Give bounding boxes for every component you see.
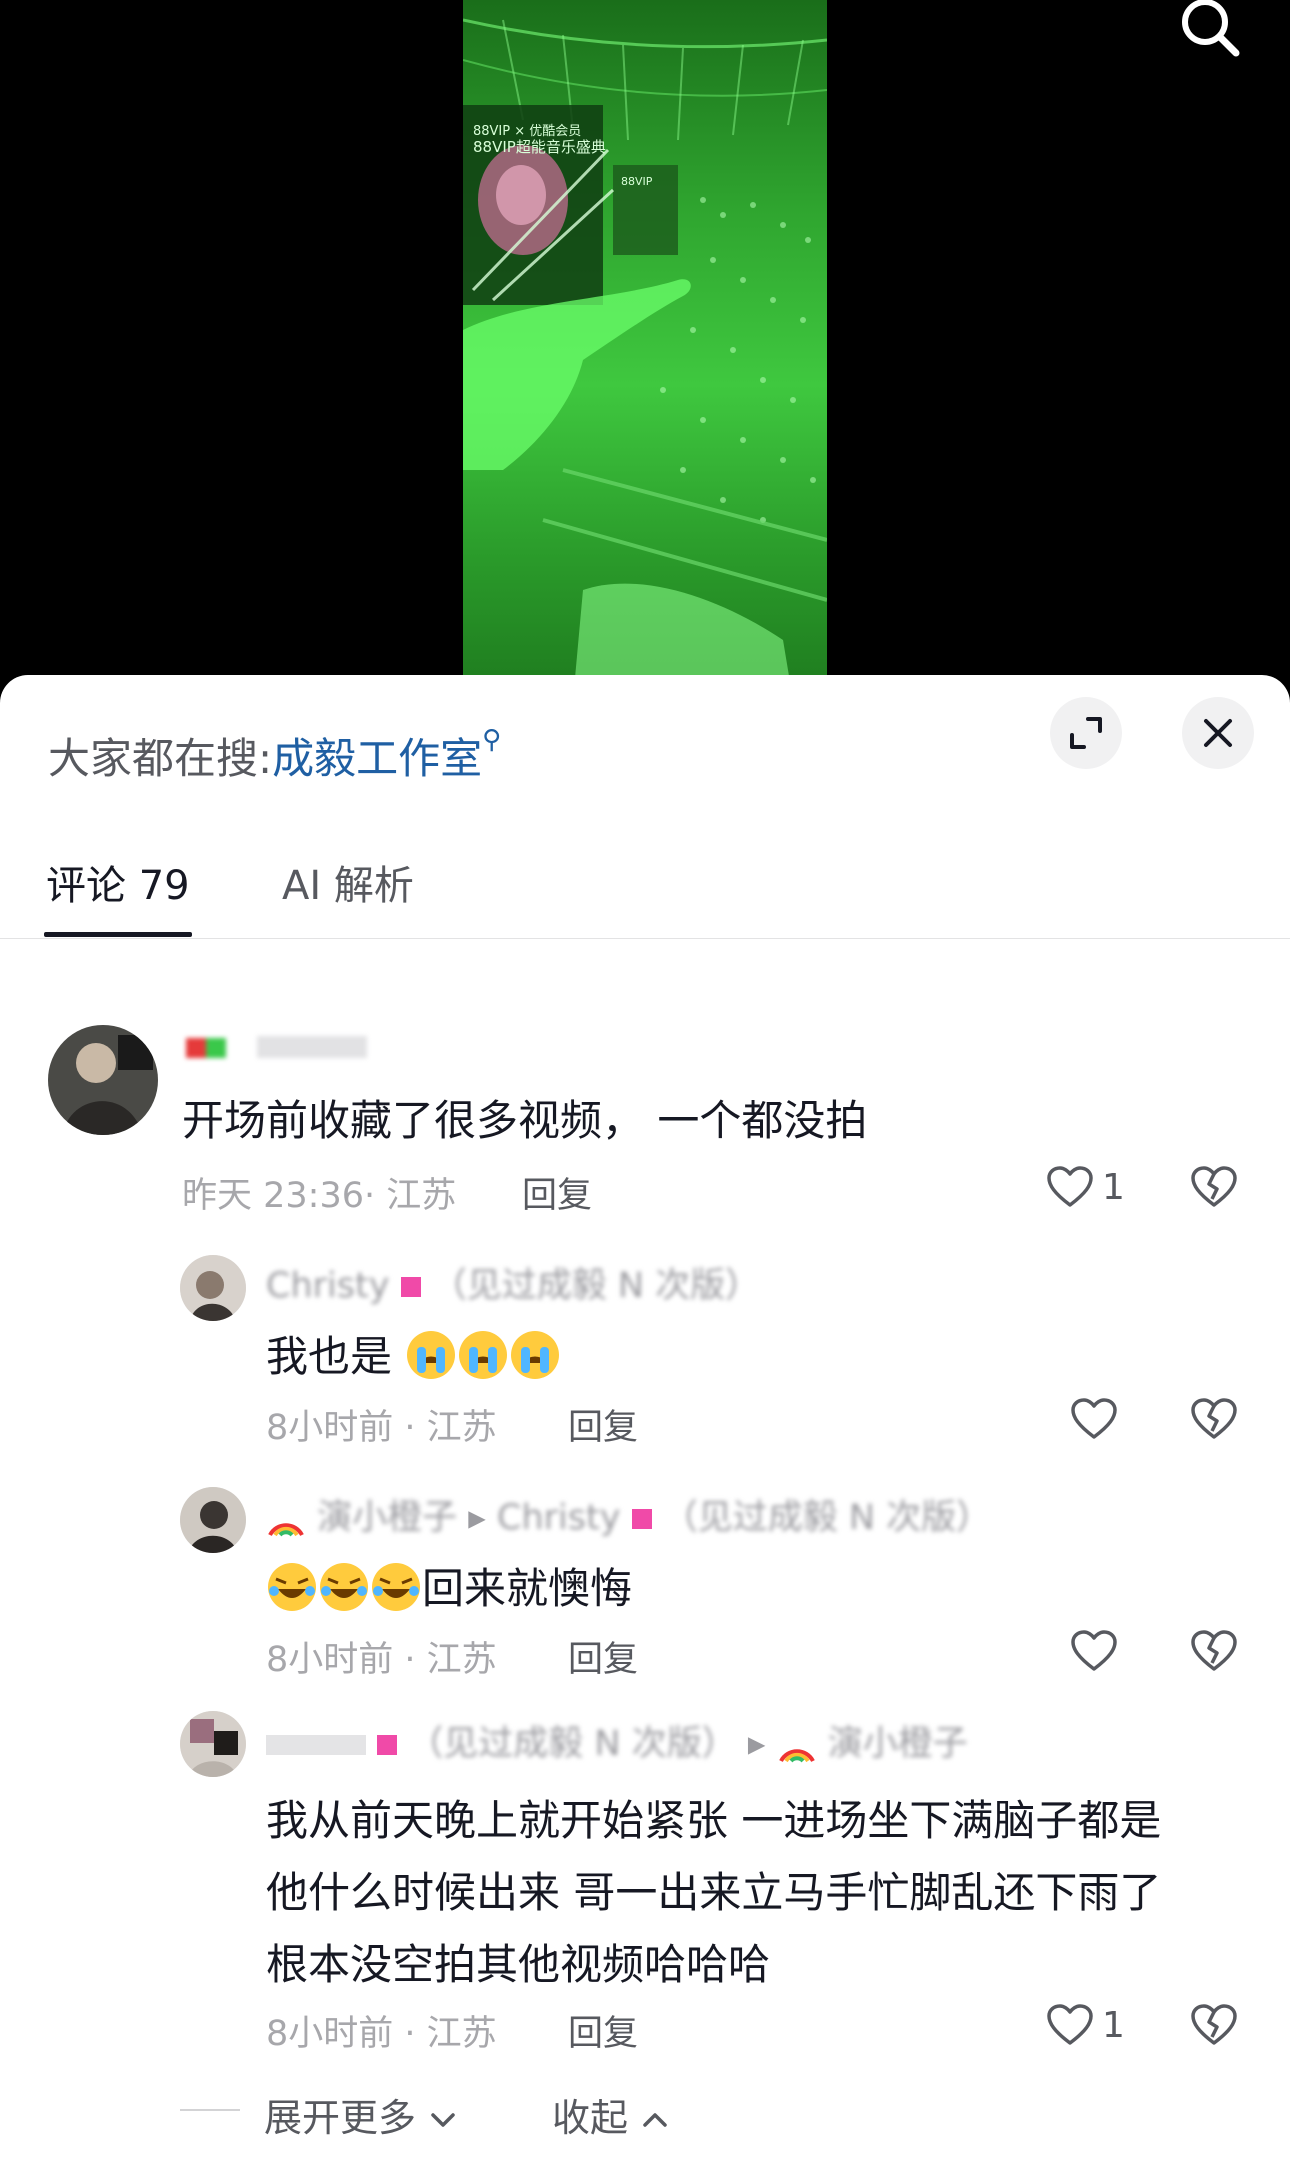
username[interactable]: 演小橙子 ▸ Christy （见过成毅 N 次版）: [266, 1489, 991, 1540]
like-button[interactable]: [1046, 2003, 1094, 2051]
comment-meta: 昨天 23:36· 江苏: [182, 1176, 457, 1216]
svg-text:88VIP × 优酷会员: 88VIP × 优酷会员: [473, 124, 581, 139]
comment-text: 我也是: [266, 1323, 561, 1384]
like-button[interactable]: [1070, 1629, 1118, 1677]
expand-button[interactable]: [1050, 697, 1122, 769]
comment-meta: 8小时前 · 江苏: [266, 1640, 497, 1680]
crying-emoji-icon: [407, 1331, 456, 1379]
rolling-laughing-emoji-icon: [268, 1563, 316, 1611]
close-icon: [1204, 719, 1232, 747]
dislike-button[interactable]: [1190, 1165, 1238, 1213]
heart-icon: [1071, 1630, 1117, 1671]
avatar[interactable]: [180, 1255, 246, 1321]
video-frame[interactable]: 88VIP × 优酷会员 88VIP超能音乐盛典 88VIP: [463, 0, 827, 700]
heart-icon: [1047, 2004, 1093, 2045]
search-icon: [1182, 0, 1240, 57]
dislike-button[interactable]: [1190, 2003, 1238, 2051]
thread-line: [180, 2109, 240, 2111]
broken-heart-icon: [1191, 1166, 1237, 1207]
reply-button[interactable]: 回复: [522, 1167, 592, 1218]
rolling-laughing-emoji-icon: [372, 1563, 420, 1611]
comment-text: 回来就懊悔: [266, 1555, 632, 1616]
crying-emoji-icon: [511, 1331, 560, 1379]
heart-icon: [1047, 1166, 1093, 1207]
search-small-icon: ⚲: [482, 725, 502, 755]
trending-search[interactable]: 大家都在搜:成毅工作室⚲: [48, 725, 501, 786]
avatar-image: [48, 1025, 158, 1135]
svg-text:88VIP超能音乐盛典: 88VIP超能音乐盛典: [473, 138, 606, 156]
trending-keyword[interactable]: 成毅工作室: [272, 734, 482, 783]
rainbow-badge-icon: [268, 1523, 304, 1537]
tab-comments[interactable]: 评论 79: [46, 853, 190, 911]
heart-icon: [1071, 1398, 1117, 1439]
broken-heart-icon: [1191, 1398, 1237, 1439]
broken-heart-icon: [1191, 2004, 1237, 2045]
comment-text: 开场前收藏了很多视频， 一个都没拍: [182, 1096, 868, 1145]
username[interactable]: Christy （见过成毅 N 次版）: [266, 1257, 760, 1308]
comment-text-line: 我从前天晚上就开始紧张 一进场坐下满脑子都是: [266, 1796, 1162, 1845]
search-button[interactable]: [1170, 0, 1250, 70]
comment-text-line: 根本没空拍其他视频哈哈哈: [266, 1940, 771, 1989]
rainbow-badge-icon: [778, 1749, 815, 1763]
like-count: 1: [1102, 2005, 1125, 2046]
avatar-image: [180, 1711, 246, 1777]
crying-emoji-icon: [459, 1331, 508, 1379]
expand-more-button[interactable]: 展开更多: [264, 2087, 458, 2142]
dislike-button[interactable]: [1190, 1397, 1238, 1445]
dislike-button[interactable]: [1190, 1629, 1238, 1677]
avatar-image: [180, 1255, 246, 1321]
reply-button[interactable]: 回复: [568, 1631, 638, 1682]
close-button[interactable]: [1182, 697, 1254, 769]
broken-heart-icon: [1191, 1630, 1237, 1671]
username[interactable]: （见过成毅 N 次版） ▸ 演小橙子: [266, 1715, 968, 1766]
username-masked[interactable]: [186, 1027, 368, 1067]
avatar[interactable]: [180, 1487, 246, 1553]
avatar-image: [180, 1487, 246, 1553]
trending-prefix: 大家都在搜:: [48, 734, 273, 783]
comment-meta: 8小时前 · 江苏: [266, 2014, 497, 2054]
comment-sheet: 大家都在搜:成毅工作室⚲ 评论 79 AI 解析 开场前收藏了很多视频， 一个都…: [0, 675, 1290, 2171]
concert-scene: 88VIP × 优酷会员 88VIP超能音乐盛典 88VIP: [463, 18, 827, 700]
rolling-laughing-emoji-icon: [320, 1563, 368, 1611]
chevron-down-icon: [431, 2113, 455, 2127]
tabs-divider: [0, 938, 1290, 939]
expand-icon: [1070, 717, 1102, 749]
like-button[interactable]: [1070, 1397, 1118, 1445]
video-player[interactable]: 88VIP × 优酷会员 88VIP超能音乐盛典 88VIP: [0, 0, 1290, 700]
avatar[interactable]: [48, 1025, 158, 1135]
svg-text:88VIP: 88VIP: [621, 175, 653, 188]
chevron-up-icon: [643, 2113, 667, 2127]
tab-ai-analysis[interactable]: AI 解析: [282, 853, 414, 911]
collapse-button[interactable]: 收起: [552, 2087, 670, 2142]
reply-button[interactable]: 回复: [568, 1399, 638, 1450]
like-count: 1: [1102, 1167, 1125, 1208]
like-button[interactable]: [1046, 1165, 1094, 1213]
avatar[interactable]: [180, 1711, 246, 1777]
comment-text-line: 他什么时候出来 哥一出来立马手忙脚乱还下雨了: [266, 1868, 1162, 1917]
reply-button[interactable]: 回复: [568, 2005, 638, 2056]
comment-meta: 8小时前 · 江苏: [266, 1408, 497, 1448]
tab-active-indicator: [44, 932, 192, 937]
